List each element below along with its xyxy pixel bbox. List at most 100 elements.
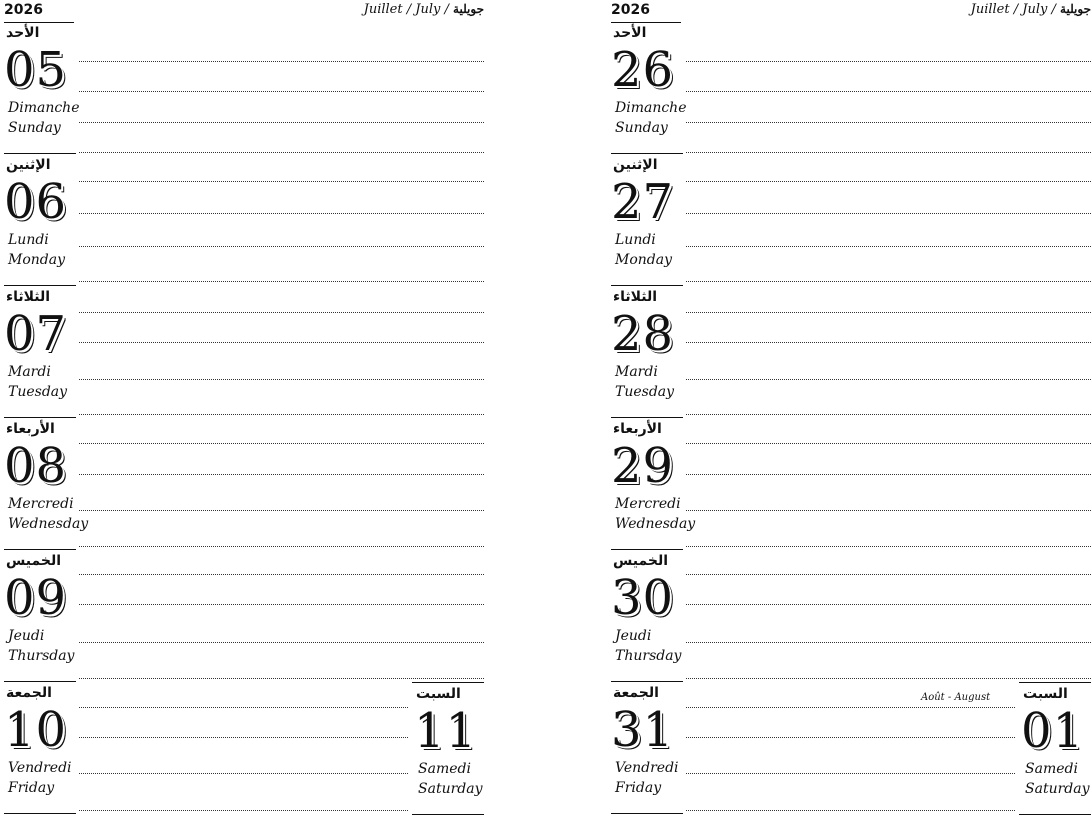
day-name-fr: Jeudi — [615, 628, 652, 644]
day-row: الجمعة 31 Vendredi Friday Août - August … — [611, 682, 1091, 815]
writing-lines[interactable] — [686, 286, 1091, 418]
month-en: July — [1022, 2, 1048, 17]
month-header: Juillet / July / جويلية — [970, 2, 1091, 17]
day-name-en: Sunday — [615, 120, 668, 136]
day-label: الإثنين 27 Lundi Monday — [611, 154, 683, 286]
month-ar: جويلية — [1060, 2, 1091, 16]
writing-lines[interactable] — [79, 550, 484, 682]
day-number: 05 — [4, 42, 68, 98]
day-label: الخميس 09 Jeudi Thursday — [4, 550, 76, 682]
day-label: الأربعاء 29 Mercredi Wednesday — [611, 418, 695, 550]
day-name-en: Friday — [8, 780, 55, 796]
day-row: الثلاثاء 07 Mardi Tuesday — [4, 286, 484, 418]
planner-page-right: 2026 Juillet / July / جويلية الأحد 26 Di… — [611, 0, 1091, 816]
day-name-fr: Mercredi — [8, 496, 74, 512]
day-name-en: Monday — [8, 252, 65, 268]
month-ar: جويلية — [453, 2, 484, 16]
day-name-fr: Samedi — [1025, 761, 1078, 777]
writing-lines[interactable] — [686, 22, 1091, 154]
day-name-ar: الإثنين — [6, 157, 51, 173]
day-number: 11 — [414, 703, 478, 759]
day-number: 07 — [4, 306, 68, 362]
day-row: الخميس 09 Jeudi Thursday — [4, 550, 484, 682]
writing-lines[interactable] — [79, 154, 484, 286]
day-number: 27 — [611, 174, 675, 230]
day-name-ar: الخميس — [6, 553, 62, 569]
day-name-fr: Vendredi — [8, 760, 72, 776]
day-name-en: Wednesday — [615, 516, 696, 532]
day-name-ar: السبت — [416, 686, 461, 702]
day-name-ar: الأحد — [613, 25, 647, 41]
month-fr: Juillet — [970, 2, 1010, 17]
day-name-ar: السبت — [1023, 686, 1068, 702]
day-name-fr: Dimanche — [615, 100, 687, 116]
writing-lines[interactable] — [79, 682, 408, 814]
writing-lines[interactable] — [79, 418, 484, 550]
saturday-block: السبت 01 Samedi Saturday — [1019, 682, 1091, 815]
day-row: الجمعة 10 Vendredi Friday السبت 11 Samed… — [4, 682, 484, 815]
day-number: 28 — [611, 306, 675, 362]
day-row: الإثنين 27 Lundi Monday — [611, 154, 1091, 286]
day-row: الأحد 05 Dimanche Sunday — [4, 22, 484, 154]
writing-lines[interactable] — [79, 286, 484, 418]
day-number: 10 — [4, 702, 68, 758]
day-row: الأربعاء 08 Mercredi Wednesday — [4, 418, 484, 550]
day-number: 30 — [611, 570, 675, 626]
day-number: 08 — [4, 438, 68, 494]
day-name-ar: الأربعاء — [613, 421, 662, 437]
day-number: 01 — [1021, 703, 1085, 759]
day-name-fr: Mardi — [8, 364, 51, 380]
day-name-fr: Dimanche — [8, 100, 80, 116]
day-name-en: Thursday — [615, 648, 682, 664]
day-name-en: Friday — [615, 780, 662, 796]
day-name-ar: الجمعة — [613, 685, 659, 701]
day-name-ar: الأحد — [6, 25, 40, 41]
day-name-fr: Lundi — [615, 232, 656, 248]
writing-lines[interactable] — [79, 22, 484, 154]
day-label: الثلاثاء 07 Mardi Tuesday — [4, 286, 76, 418]
day-name-fr: Mardi — [615, 364, 658, 380]
day-label: الإثنين 06 Lundi Monday — [4, 154, 76, 286]
day-name-en: Monday — [615, 252, 672, 268]
day-name-en: Saturday — [1025, 781, 1090, 797]
year-label: 2026 — [611, 2, 681, 23]
year-label: 2026 — [4, 2, 74, 23]
writing-lines[interactable] — [686, 418, 1091, 550]
day-name-ar: الإثنين — [613, 157, 658, 173]
day-name-en: Tuesday — [615, 384, 675, 400]
day-name-ar: الخميس — [613, 553, 669, 569]
day-number: 29 — [611, 438, 675, 494]
planner-page-left: 2026 Juillet / July / جويلية الأحد 05 Di… — [4, 0, 484, 816]
month-en: July — [415, 2, 441, 17]
month-fr: Juillet — [363, 2, 403, 17]
day-name-fr: Mercredi — [615, 496, 681, 512]
day-name-en: Tuesday — [8, 384, 68, 400]
writing-lines[interactable] — [686, 550, 1091, 682]
day-row: الأربعاء 29 Mercredi Wednesday — [611, 418, 1091, 550]
saturday-block: السبت 11 Samedi Saturday — [412, 682, 484, 815]
day-name-ar: الجمعة — [6, 685, 52, 701]
day-name-ar: الأربعاء — [6, 421, 55, 437]
day-name-fr: Jeudi — [8, 628, 45, 644]
day-name-en: Sunday — [8, 120, 61, 136]
day-name-en: Thursday — [8, 648, 75, 664]
day-row: الثلاثاء 28 Mardi Tuesday — [611, 286, 1091, 418]
day-label: الجمعة 10 Vendredi Friday — [4, 682, 76, 814]
day-label: الأربعاء 08 Mercredi Wednesday — [4, 418, 88, 550]
day-name-fr: Samedi — [418, 761, 471, 777]
day-number: 09 — [4, 570, 68, 626]
month-header: Juillet / July / جويلية — [363, 2, 484, 17]
day-label: الجمعة 31 Vendredi Friday — [611, 682, 683, 814]
day-label: الأحد 05 Dimanche Sunday — [4, 22, 80, 154]
day-name-ar: الثلاثاء — [6, 289, 51, 305]
day-name-en: Saturday — [418, 781, 483, 797]
day-name-en: Wednesday — [8, 516, 89, 532]
day-label: الأحد 26 Dimanche Sunday — [611, 22, 687, 154]
day-label: الثلاثاء 28 Mardi Tuesday — [611, 286, 683, 418]
day-row: الإثنين 06 Lundi Monday — [4, 154, 484, 286]
day-name-ar: الثلاثاء — [613, 289, 658, 305]
day-number: 31 — [611, 702, 675, 758]
day-number: 06 — [4, 174, 68, 230]
writing-lines[interactable] — [686, 154, 1091, 286]
day-row: الأحد 26 Dimanche Sunday — [611, 22, 1091, 154]
